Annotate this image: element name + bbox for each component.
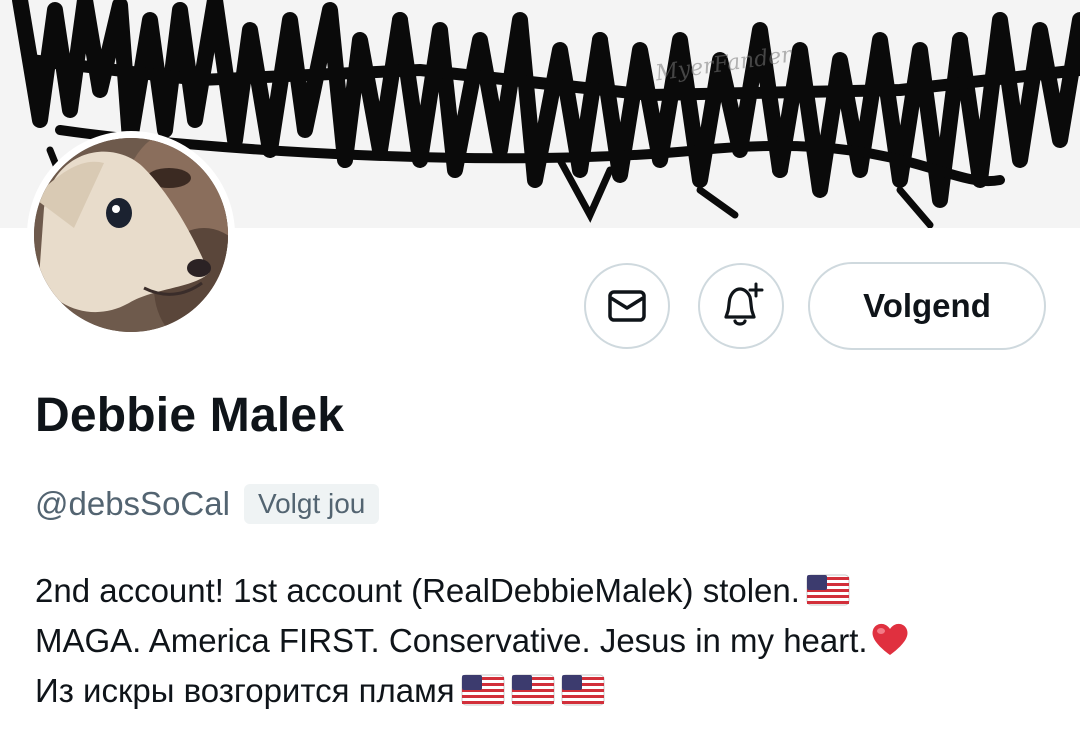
follows-you-badge: Volgt jou [243, 484, 380, 524]
us-flag-icon [561, 674, 605, 706]
avatar-photo [34, 138, 228, 332]
bell-plus-icon [724, 282, 764, 326]
bio-line-3: Из искры возгорится пламя [35, 666, 1055, 716]
profile-bio: 2nd account! 1st account (RealDebbieMale… [35, 566, 1055, 716]
display-name: Debbie Malek [35, 389, 345, 442]
bio-line-2: MAGA. America FIRST. Conservative. Jesus… [35, 616, 1055, 666]
envelope-icon [608, 290, 646, 322]
username-handle: @debsSoCal [35, 485, 230, 522]
message-button[interactable] [584, 263, 670, 349]
following-button[interactable]: Volgend [808, 262, 1046, 350]
notifications-button[interactable] [698, 263, 784, 349]
us-flag-icon [511, 674, 555, 706]
red-heart-icon [872, 623, 908, 655]
handle-row: @debsSoCal Volgt jou [35, 484, 380, 524]
us-flag-icon [461, 674, 505, 706]
us-flag-icon [806, 574, 850, 606]
bio-line-1: 2nd account! 1st account (RealDebbieMale… [35, 566, 1055, 616]
avatar[interactable] [27, 131, 235, 339]
